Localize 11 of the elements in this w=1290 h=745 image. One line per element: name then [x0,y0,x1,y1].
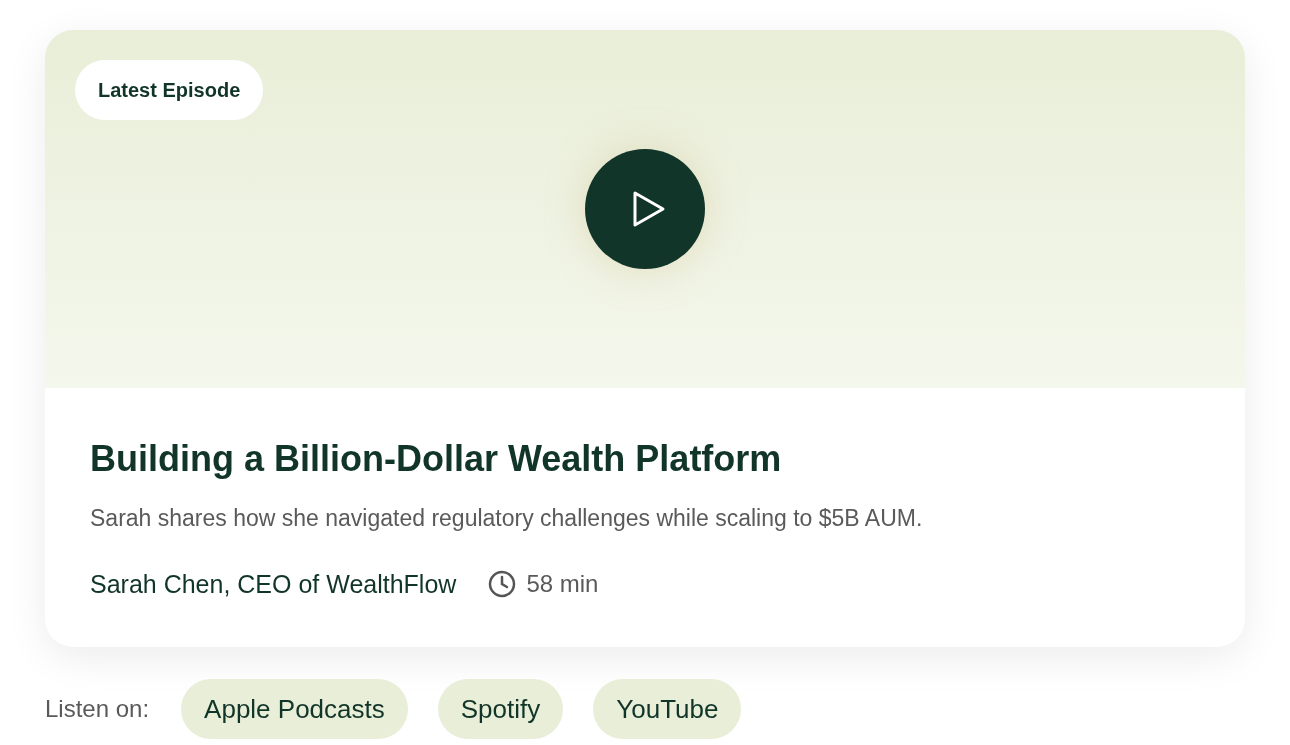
episode-description: Sarah shares how she navigated regulatory challenges while scaling to $5B AUM. [90,504,924,533]
platform-link[interactable]: YouTube [593,679,742,739]
platform-link[interactable]: Spotify [437,679,564,739]
clock-icon [488,570,517,599]
episode-title: Building a Billion-Dollar Wealth Platform [90,437,783,481]
guest-name: Sarah Chen, CEO of WealthFlow [90,568,457,600]
listen-on-label: Listen on: [45,694,150,724]
latest-episode-badge: Latest Episode [75,60,264,120]
platform-link[interactable]: Apple Podcasts [181,679,408,739]
episode-duration: 58 min [526,569,599,600]
play-icon [632,190,666,228]
